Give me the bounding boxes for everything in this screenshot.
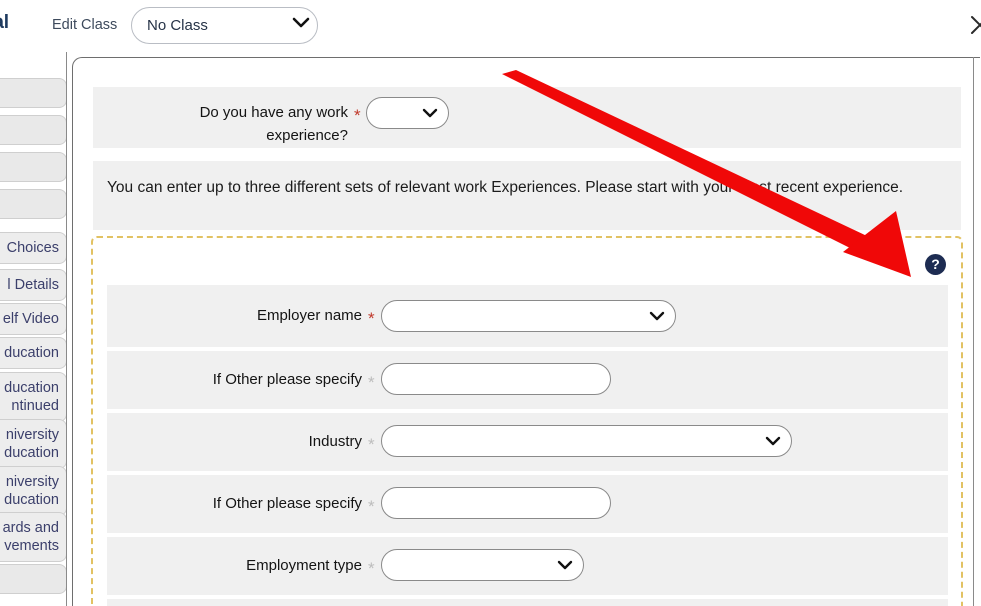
sidebar-item[interactable]: l Details bbox=[0, 269, 67, 301]
sidebar-item[interactable]: ducation bbox=[0, 337, 67, 369]
sidebar-item-blank[interactable] bbox=[0, 115, 67, 145]
work-experience-question-label: Do you have any work experience? bbox=[199, 104, 348, 144]
employer-other-specify-label: If Other please specify bbox=[212, 371, 362, 388]
sidebar-item-label: ducation bbox=[4, 345, 59, 361]
industry-other-specify-row: If Other please specify * bbox=[107, 475, 948, 533]
sidebar-item[interactable]: Choices bbox=[0, 232, 67, 264]
edit-class-label: Edit Class bbox=[52, 17, 118, 33]
industry-other-specify-label: If Other please specify bbox=[212, 495, 362, 512]
sidebar-item[interactable]: ducation ntinued bbox=[0, 372, 67, 422]
industry-label: Industry bbox=[308, 433, 362, 450]
sidebar-divider bbox=[66, 52, 67, 606]
sidebar-item-label: ducation bbox=[4, 445, 59, 461]
sidebar-item[interactable]: ards and vements bbox=[0, 512, 67, 562]
start-date-row: Start date * dd mm 2010 bbox=[107, 599, 948, 606]
employment-type-select[interactable] bbox=[381, 549, 584, 581]
work-experience-required-marker: * bbox=[354, 106, 361, 125]
employment-type-label: Employment type bbox=[246, 557, 362, 574]
industry-select[interactable] bbox=[381, 425, 792, 457]
screen-root: bal Edit Class No Class Choices l Details… bbox=[0, 0, 981, 606]
sidebar-item-label: ards and bbox=[2, 520, 59, 536]
work-experience-question-row: Do you have any work experience? * bbox=[93, 87, 961, 148]
employer-other-specify-input[interactable] bbox=[381, 363, 611, 395]
page-title: bal bbox=[0, 12, 9, 33]
industry-other-specify-required-marker: * bbox=[368, 497, 375, 516]
sidebar-item[interactable]: elf Video bbox=[0, 303, 67, 335]
intro-text-row: You can enter up to three different sets… bbox=[93, 161, 961, 230]
close-icon[interactable] bbox=[966, 11, 981, 39]
employment-type-required-marker: * bbox=[368, 559, 375, 578]
sidebar-item[interactable]: niversity ducation bbox=[0, 419, 67, 469]
sidebar-item-label: ducation bbox=[4, 380, 59, 396]
sidebar-item-label: ntinued bbox=[11, 398, 59, 414]
sidebar-item-label: vements bbox=[4, 538, 59, 554]
employer-name-required-marker: * bbox=[368, 309, 375, 328]
sidebar-item-label: l Details bbox=[7, 277, 59, 293]
sidebar-item-blank[interactable] bbox=[0, 78, 67, 108]
main-content-panel: Do you have any work experience? * You c… bbox=[72, 57, 980, 606]
industry-other-specify-input[interactable] bbox=[381, 487, 611, 519]
help-icon[interactable]: ? bbox=[925, 254, 946, 275]
intro-text: You can enter up to three different sets… bbox=[107, 179, 904, 196]
employer-name-row: Employer name * bbox=[107, 285, 948, 347]
sidebar-item-label: niversity bbox=[5, 474, 59, 490]
employment-type-row: Employment type * bbox=[107, 537, 948, 595]
employer-other-specify-required-marker: * bbox=[368, 373, 375, 392]
sidebar-item-label: Choices bbox=[6, 240, 59, 256]
sidebar-item-blank[interactable] bbox=[0, 564, 67, 594]
employer-name-select[interactable] bbox=[381, 300, 676, 332]
panel-right-edge bbox=[973, 57, 974, 606]
sidebar-item-blank[interactable] bbox=[0, 189, 67, 219]
class-select[interactable]: No Class bbox=[131, 7, 318, 44]
sidebar-item-label: niversity bbox=[5, 427, 59, 443]
employer-name-label: Employer name bbox=[256, 307, 362, 324]
sidebar-item-label: elf Video bbox=[2, 311, 59, 327]
work-experience-select[interactable] bbox=[366, 97, 449, 129]
sidebar-item-label: ducation bbox=[4, 492, 59, 508]
employer-other-specify-row: If Other please specify * bbox=[107, 351, 948, 409]
industry-row: Industry * bbox=[107, 413, 948, 471]
sidebar-item-blank[interactable] bbox=[0, 152, 67, 182]
sidebar-item[interactable]: niversity ducation bbox=[0, 466, 67, 516]
experience-set-container: ? Employer name * If Other please specif… bbox=[91, 236, 963, 606]
industry-required-marker: * bbox=[368, 435, 375, 454]
top-header-bar: bal Edit Class No Class bbox=[0, 0, 981, 50]
left-sidebar: Choices l Details elf Video ducation ducatio… bbox=[0, 52, 67, 606]
